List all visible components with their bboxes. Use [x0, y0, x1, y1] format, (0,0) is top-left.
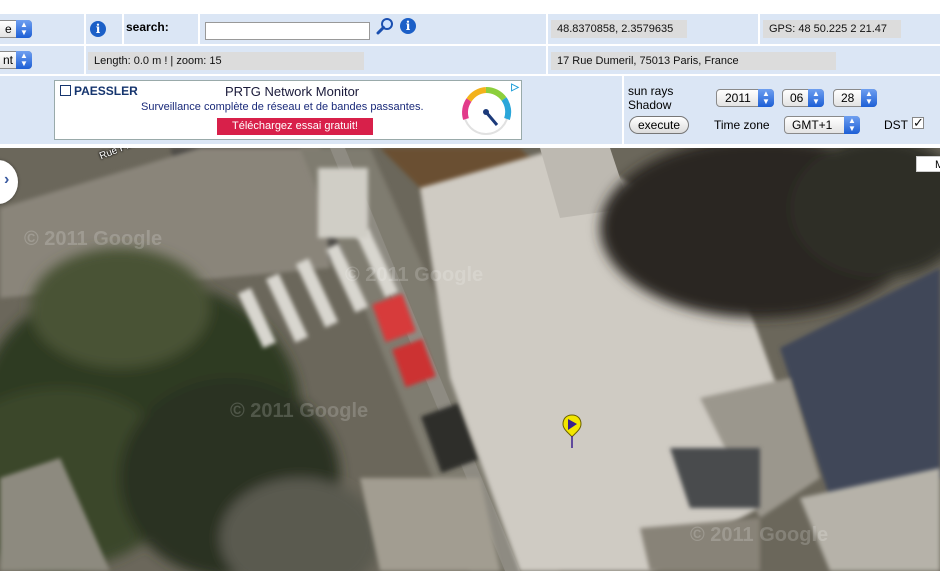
search-info-icon[interactable]: i — [400, 18, 416, 34]
ad-cta-button[interactable]: Téléchargez essai gratuit! — [217, 118, 373, 135]
day-value: 28 — [841, 91, 855, 105]
timezone-label: Time zone — [714, 118, 770, 132]
gps-display: GPS: 48 50.225 2 21.47 — [763, 20, 901, 38]
chevron-right-icon: › — [4, 171, 10, 188]
google-watermark: © 2011 Google — [230, 400, 369, 422]
length-zoom-display: Length: 0.0 m ! | zoom: 15 — [88, 52, 364, 70]
dst-label: DST — [884, 118, 908, 132]
toolbar: e ▲ ▼ i search: i 48.8370858, 2.3579635 G… — [0, 0, 940, 148]
address-display: 17 Rue Dumeril, 75013 Paris, France — [551, 52, 836, 70]
chevron-updown-icon: ▲ ▼ — [861, 89, 877, 107]
chevron-updown-icon: ▲ ▼ — [844, 116, 860, 134]
coordinates-display: 48.8370858, 2.3579635 — [551, 20, 687, 38]
ad-subtitle: Surveillance complète de réseau et de ba… — [141, 101, 424, 113]
unit-select[interactable]: nt ▲ ▼ — [0, 51, 32, 69]
month-select[interactable]: 06 ▲ ▼ — [782, 89, 824, 107]
chevron-updown-icon: ▲ ▼ — [808, 89, 824, 107]
info-icon[interactable]: i — [90, 21, 106, 37]
mode-select-value: e — [5, 22, 12, 36]
chevron-updown-icon: ▲ ▼ — [758, 89, 774, 107]
timezone-select[interactable]: GMT+1 ▲ ▼ — [784, 116, 860, 134]
year-value: 2011 — [725, 91, 751, 105]
unit-select-value: nt — [3, 53, 14, 67]
shadow-label: Shadow — [628, 98, 672, 112]
ad-title: PRTG Network Monitor — [225, 84, 360, 99]
map-view[interactable]: Rue Pirandello © 2011 Google © 2011 Goog… — [0, 148, 940, 571]
timezone-value: GMT+1 — [792, 118, 833, 132]
satellite-imagery[interactable] — [0, 148, 940, 571]
chevron-updown-icon: ▲ ▼ — [16, 51, 32, 69]
chevron-updown-icon: ▲ ▼ — [16, 20, 32, 38]
search-input[interactable] — [205, 22, 370, 40]
dst-checkbox[interactable]: ✓ — [912, 116, 924, 129]
ad-banner[interactable]: PAESSLER PRTG Network Monitor Surveillan… — [54, 80, 522, 140]
map-type-badge[interactable]: M — [916, 156, 940, 172]
ad-brand-logo: PAESSLER — [60, 84, 138, 98]
ad-choices-icon[interactable]: ▷ — [511, 82, 519, 93]
location-marker-icon[interactable] — [562, 414, 582, 450]
mode-select[interactable]: e ▲ ▼ — [0, 20, 32, 38]
search-icon[interactable] — [375, 17, 395, 37]
day-select[interactable]: 28 ▲ ▼ — [833, 89, 877, 107]
execute-button[interactable]: execute — [629, 116, 689, 134]
month-value: 06 — [790, 91, 804, 105]
google-watermark: © 2011 Google — [345, 264, 484, 286]
sun-rays-label: sun rays — [628, 84, 674, 98]
search-label: search: — [126, 20, 169, 34]
ad-gauge-icon — [462, 86, 512, 135]
google-watermark: © 2011 Google — [690, 524, 829, 546]
year-select[interactable]: 2011 ▲ ▼ — [716, 89, 774, 107]
ad-brand: PAESSLER — [74, 84, 138, 98]
google-watermark: © 2011 Google — [24, 228, 163, 250]
